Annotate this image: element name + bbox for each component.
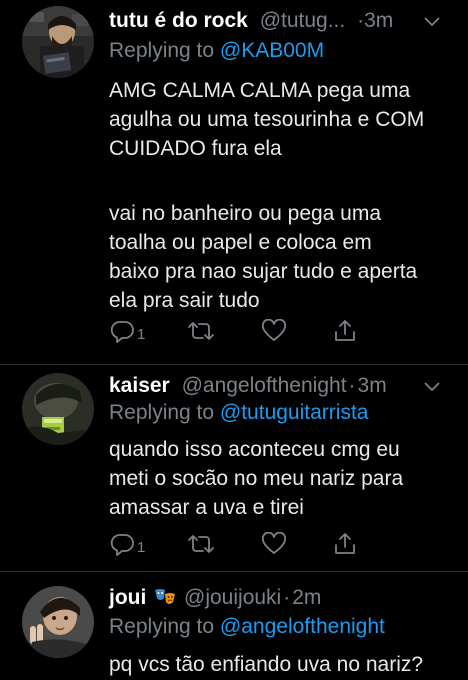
like-button[interactable] <box>261 318 287 344</box>
like-button[interactable] <box>261 531 287 557</box>
action-bar: 1 <box>109 531 359 557</box>
performing-arts-masks-icon <box>155 589 176 604</box>
display-name[interactable]: tutu é do rock <box>109 9 248 32</box>
text-line: vai no banheiro ou pega uma <box>109 202 382 225</box>
tweet-header: tutu é do rock @tutug... ·3m <box>109 6 456 36</box>
mention-link[interactable]: @tutuguitarrista <box>220 401 369 424</box>
text-line: amassar a uva e tirei <box>109 496 304 519</box>
share-button[interactable] <box>333 318 357 344</box>
display-name[interactable]: joui <box>109 586 146 609</box>
text-line: toalha ou papel e coloca em <box>109 231 372 254</box>
retweet-button[interactable] <box>187 318 215 344</box>
replying-to: Replying to @KAB00M <box>109 37 324 65</box>
retweet-button[interactable] <box>187 531 215 557</box>
tweet-header: kaiser @angelofthenight·3m <box>109 371 456 401</box>
display-name[interactable]: kaiser <box>109 374 170 397</box>
user-handle[interactable]: @angelofthenight <box>182 374 347 397</box>
separator-dot: · <box>357 9 365 32</box>
replying-prefix: Replying to <box>109 615 220 638</box>
tweet[interactable]: tutu é do rock @tutug... ·3m Replying to… <box>0 0 468 364</box>
tweet-text: AMG CALMA CALMA pega uma agulha ou uma t… <box>109 76 454 315</box>
text-line: ela pra sair tudo <box>109 289 260 312</box>
share-icon <box>335 320 355 341</box>
timestamp[interactable]: 3m <box>358 374 387 397</box>
like-icon <box>262 532 286 554</box>
tweet-text: quando isso aconteceu cmg eu meti o socã… <box>109 435 454 522</box>
tweet[interactable]: joui @jouijouki·2m Replying to @angeloft… <box>0 572 468 680</box>
share-button[interactable] <box>333 531 357 557</box>
reply-icon <box>110 534 134 556</box>
text-line: baixo pra nao sujar tudo e aperta <box>109 260 418 283</box>
reply-count: 1 <box>137 538 146 556</box>
share-icon <box>335 533 355 554</box>
chevron-down-icon[interactable] <box>422 12 442 32</box>
mention-link[interactable]: @KAB00M <box>220 39 324 62</box>
chevron-down-icon[interactable] <box>422 377 442 397</box>
reply-button[interactable]: 1 <box>109 318 145 344</box>
avatar[interactable] <box>22 586 94 658</box>
retweet-icon <box>188 322 214 340</box>
text-line: CUIDADO fura ela <box>109 137 282 160</box>
user-handle[interactable]: @jouijouki <box>184 586 281 609</box>
user-handle[interactable]: @tutug... <box>260 9 346 32</box>
replying-to: Replying to @angelofthenight <box>109 613 385 641</box>
text-line: quando isso aconteceu cmg eu <box>109 438 400 461</box>
retweet-icon <box>188 535 214 553</box>
timestamp[interactable]: 2m <box>292 586 321 609</box>
reply-count: 1 <box>137 325 146 343</box>
avatar[interactable] <box>22 6 94 78</box>
reply-icon <box>110 321 134 343</box>
text-line: agulha ou uma tesourinha e COM <box>109 108 425 131</box>
separator-dot: · <box>348 374 356 397</box>
replying-prefix: Replying to <box>109 401 220 424</box>
avatar[interactable] <box>22 373 94 445</box>
tweet[interactable]: kaiser @angelofthenight·3m Replying to @… <box>0 365 468 562</box>
action-bar: 1 <box>109 318 359 344</box>
replying-to: Replying to @tutuguitarrista <box>109 399 368 427</box>
like-icon <box>262 319 286 341</box>
tweet-header: joui @jouijouki·2m <box>109 583 456 613</box>
text-line: meti o socão no meu nariz para <box>109 467 404 490</box>
mention-link[interactable]: @angelofthenight <box>220 615 385 638</box>
reply-button[interactable]: 1 <box>109 531 145 557</box>
replying-prefix: Replying to <box>109 39 220 62</box>
tweet-text: pq vcs tão enfiando uva no nariz? <box>109 650 464 679</box>
separator-dot: · <box>283 586 291 609</box>
text-line: pq vcs tão enfiando uva no nariz? <box>109 653 424 676</box>
text-line: AMG CALMA CALMA pega uma <box>109 79 411 102</box>
timestamp[interactable]: 3m <box>364 9 393 32</box>
